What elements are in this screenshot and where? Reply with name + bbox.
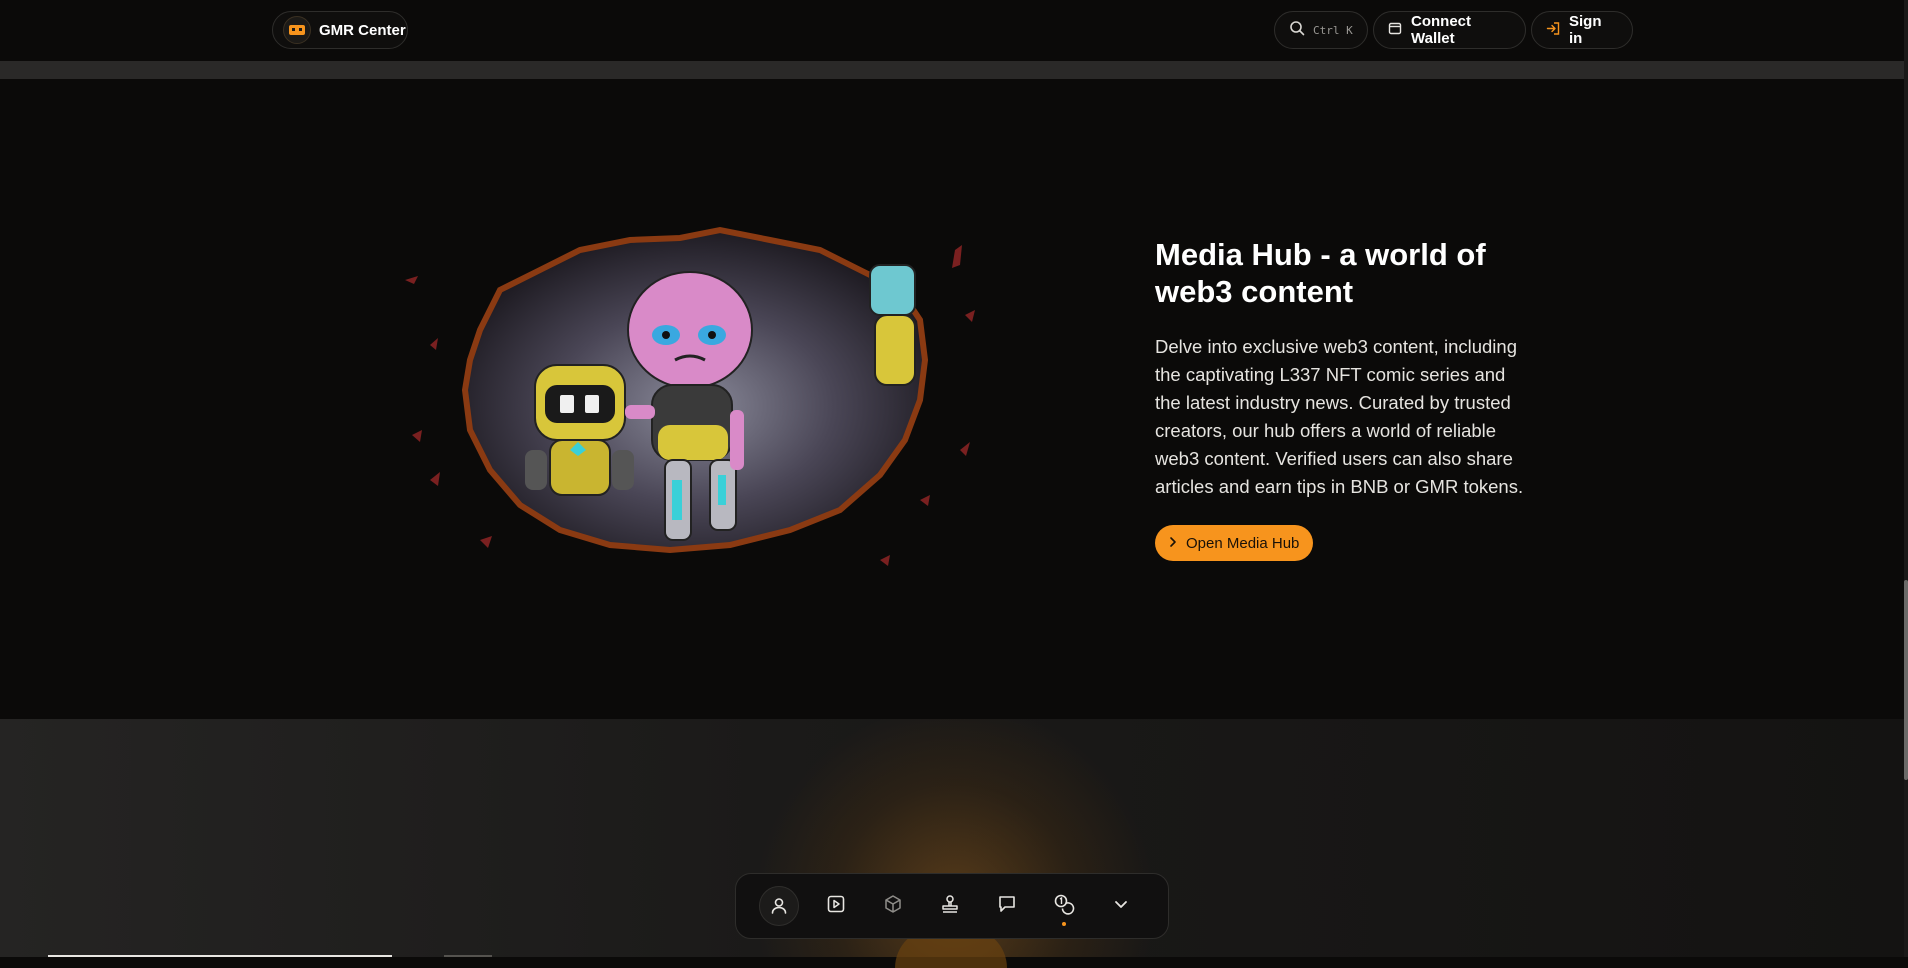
top-header: GMR Center Ctrl K Connect Wallet Sign in [0, 0, 1904, 61]
dock-item-nft[interactable] [864, 883, 921, 929]
open-media-hub-button[interactable]: Open Media Hub [1155, 525, 1313, 561]
scrollbar-track[interactable] [1904, 0, 1908, 957]
active-indicator-dot [1061, 922, 1066, 926]
cube-icon [883, 894, 903, 919]
gmr-logo-icon [283, 16, 311, 44]
dock-item-tokens[interactable] [1035, 883, 1092, 929]
dock-item-chat[interactable] [978, 883, 1035, 929]
connect-wallet-label: Connect Wallet [1411, 13, 1471, 47]
chevron-down-icon [1112, 895, 1130, 918]
connect-wallet-button[interactable]: Connect Wallet [1373, 11, 1526, 49]
section-title: Media Hub - a world of web3 content [1155, 237, 1486, 309]
play-square-icon [826, 894, 846, 919]
chat-icon [997, 894, 1017, 919]
bottom-dock [735, 873, 1169, 939]
user-icon [758, 886, 799, 926]
section-description: Delve into exclusive web3 content, inclu… [1155, 336, 1524, 497]
brand-name: GMR Center [319, 21, 406, 39]
open-media-hub-label: Open Media Hub [1186, 534, 1300, 552]
stamp-icon [940, 894, 960, 919]
dock-item-more[interactable] [1092, 883, 1149, 929]
scrollbar-thumb[interactable] [1904, 580, 1908, 780]
search-shortcut: Ctrl K [1313, 23, 1353, 37]
sign-in-button[interactable]: Sign in [1531, 11, 1633, 49]
dock-item-media[interactable] [807, 883, 864, 929]
dock-item-stamp[interactable] [921, 883, 978, 929]
media-hub-illustration [405, 226, 975, 566]
sign-in-label: Sign in [1569, 13, 1602, 47]
sign-in-icon [1546, 21, 1561, 40]
brand-logo-button[interactable]: GMR Center [272, 11, 408, 49]
chevron-right-icon [1168, 535, 1178, 552]
header-subbar [0, 61, 1904, 79]
dock-item-profile[interactable] [750, 883, 807, 929]
coins-icon [1053, 893, 1075, 920]
search-button[interactable]: Ctrl K [1274, 11, 1368, 49]
search-icon [1289, 20, 1305, 40]
wallet-icon [1388, 21, 1403, 40]
